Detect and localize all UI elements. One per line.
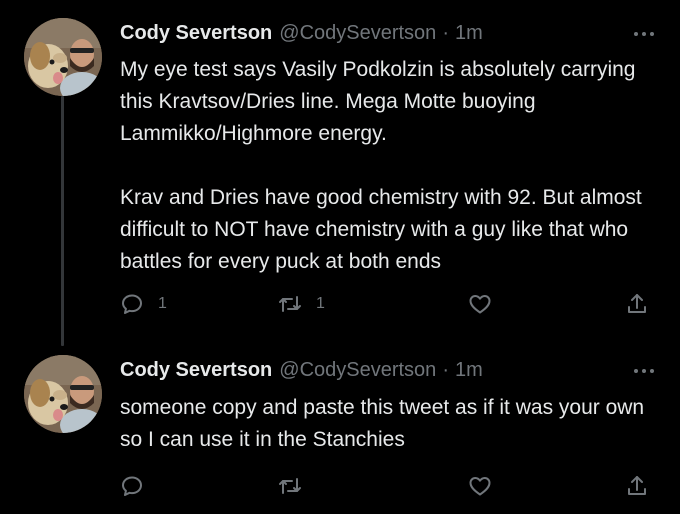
speech-bubble-icon [122, 294, 142, 314]
reply-button[interactable] [120, 470, 144, 502]
tweet-actions: 1 1 [120, 288, 660, 320]
retweet-button[interactable] [278, 470, 302, 502]
tweet-header: Cody Severtson @CodySevertson · 1m [120, 18, 680, 48]
tweet-timestamp[interactable]: 1m [455, 22, 483, 45]
tweet[interactable]: Cody Severtson @CodySevertson · 1m My ey… [0, 0, 680, 340]
share-upload-icon [628, 294, 646, 313]
author-handle[interactable]: @CodySevertson [279, 22, 436, 45]
heart-outline-icon [469, 477, 491, 496]
avatar-image [24, 355, 102, 433]
tweet-timestamp[interactable]: 1m [455, 359, 483, 382]
share-button[interactable] [625, 470, 649, 502]
more-options-button[interactable] [630, 357, 658, 385]
avatar-image [24, 18, 102, 96]
author-name[interactable]: Cody Severtson [120, 359, 272, 382]
avatar[interactable] [24, 18, 102, 96]
tweet-text: someone copy and paste this tweet as if … [120, 392, 660, 456]
tweet-header: Cody Severtson @CodySevertson · 1m [120, 355, 680, 385]
share-upload-icon [628, 476, 646, 495]
retweet-arrows-icon [279, 296, 301, 312]
tweet-paragraph: My eye test says Vasily Podkolzin is abs… [120, 58, 636, 145]
heart-outline-icon [469, 295, 491, 314]
tweet-paragraph: someone copy and paste this tweet as if … [120, 396, 645, 451]
like-button[interactable] [468, 288, 492, 320]
reply-count: 1 [158, 295, 167, 312]
share-button[interactable] [625, 288, 649, 320]
speech-bubble-icon [122, 476, 142, 496]
reply-button[interactable]: 1 [120, 288, 167, 320]
avatar[interactable] [24, 355, 102, 433]
separator-dot: · [442, 358, 449, 381]
separator-dot: · [442, 21, 449, 44]
retweet-count: 1 [316, 295, 325, 312]
tweet-text: My eye test says Vasily Podkolzin is abs… [120, 54, 660, 278]
tweet-paragraph: Krav and Dries have good chemistry with … [120, 186, 642, 273]
author-handle[interactable]: @CodySevertson [279, 359, 436, 382]
author-name[interactable]: Cody Severtson [120, 22, 272, 45]
more-horizontal-icon [634, 32, 654, 36]
tweet-actions [120, 470, 660, 502]
like-button[interactable] [468, 470, 492, 502]
more-horizontal-icon [634, 369, 654, 373]
tweet[interactable]: Cody Severtson @CodySevertson · 1m someo… [0, 340, 680, 514]
retweet-button[interactable]: 1 [278, 288, 325, 320]
more-options-button[interactable] [630, 20, 658, 48]
retweet-arrows-icon [279, 478, 301, 494]
